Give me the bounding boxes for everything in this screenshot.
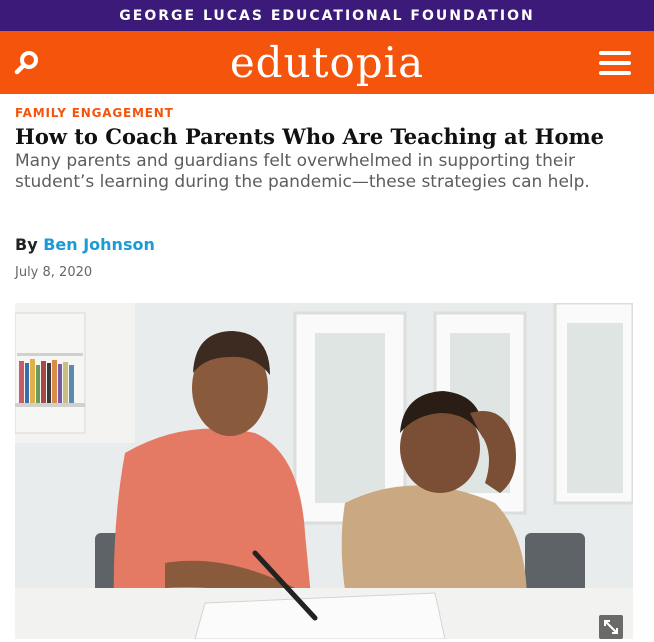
menu-button[interactable] <box>597 48 633 78</box>
site-header: edutopia <box>0 31 654 94</box>
expand-button[interactable] <box>599 615 623 639</box>
byline-prefix: By <box>15 235 38 254</box>
publish-date: July 8, 2020 <box>15 265 93 280</box>
hero-image <box>15 303 633 639</box>
article-title: How to Coach Parents Who Are Teaching at… <box>15 124 605 149</box>
byline: By Ben Johnson <box>15 235 155 254</box>
foundation-name[interactable]: GEORGE LUCAS EDUCATIONAL FOUNDATION <box>119 8 534 24</box>
author-link[interactable]: Ben Johnson <box>43 235 155 254</box>
edutopia-logo[interactable]: edutopia <box>0 39 654 87</box>
expand-icon <box>604 620 618 634</box>
foundation-bar: GEORGE LUCAS EDUCATIONAL FOUNDATION <box>0 0 654 31</box>
hero-photo <box>15 303 633 639</box>
article-subtitle: Many parents and guardians felt overwhel… <box>15 151 590 192</box>
category-link[interactable]: FAMILY ENGAGEMENT <box>15 106 174 120</box>
